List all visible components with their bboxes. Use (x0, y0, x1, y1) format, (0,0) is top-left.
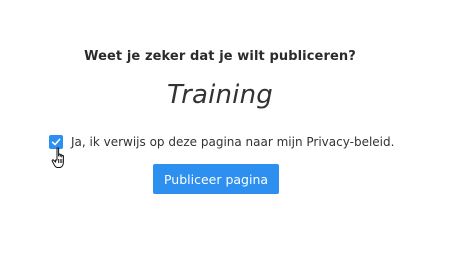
page-name-title: Training (167, 80, 273, 110)
privacy-consent-label[interactable]: Ja, ik verwijs op deze pagina naar mijn … (71, 135, 394, 149)
publish-confirm-dialog: Weet je zeker dat je wilt publiceren? Tr… (0, 0, 459, 255)
confirm-question: Weet je zeker dat je wilt publiceren? (84, 49, 356, 64)
privacy-consent-row[interactable]: Ja, ik verwijs op deze pagina naar mijn … (49, 133, 394, 151)
privacy-consent-checkbox[interactable] (49, 135, 63, 149)
checkmark-icon (51, 138, 61, 146)
publish-page-button[interactable]: Publiceer pagina (153, 164, 279, 194)
